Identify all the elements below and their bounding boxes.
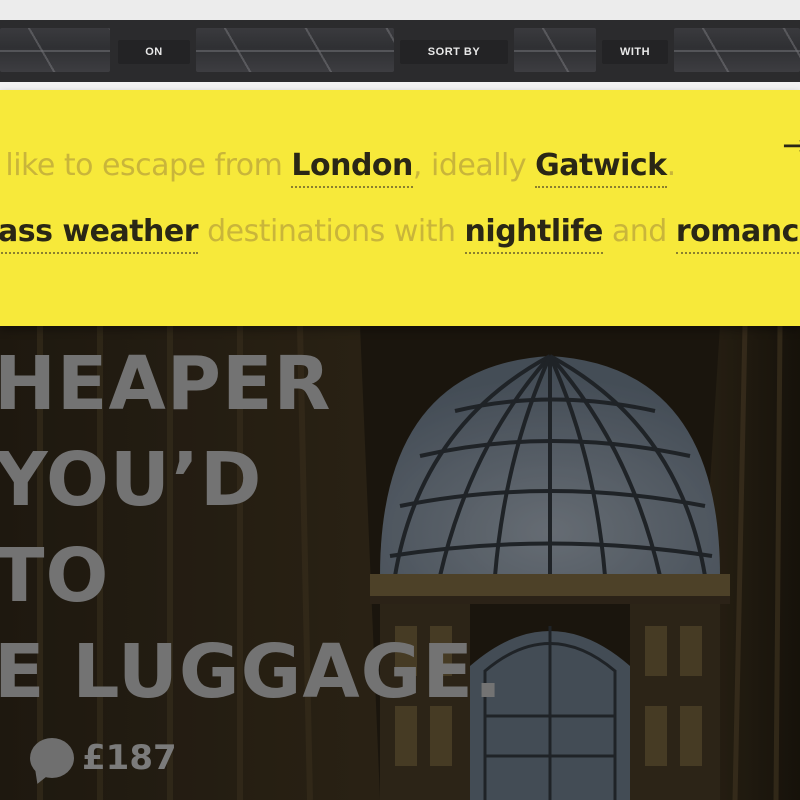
search-banner: I like to escape from London, ideally Ga… — [0, 90, 800, 326]
top-strip — [0, 0, 800, 20]
headline-line: HEAPER — [0, 341, 332, 427]
sentence-text: and — [611, 214, 667, 249]
interest-select-2[interactable]: romance — [675, 214, 800, 254]
sentence-text: , ideally — [412, 148, 527, 183]
nav-segment — [196, 28, 394, 72]
sentence-text: . — [666, 148, 677, 183]
nav-sort-by-button[interactable]: SORT BY — [400, 40, 508, 64]
nav-with-button[interactable]: WITH — [602, 40, 668, 64]
origin-city-select[interactable]: London — [291, 148, 413, 188]
weather-select[interactable]: ass weather — [0, 214, 199, 254]
price-tag[interactable]: £187 — [30, 732, 177, 784]
nav-segment — [514, 28, 596, 72]
nav-on-button[interactable]: ON — [118, 40, 190, 64]
interest-select-1[interactable]: nightlife — [464, 214, 603, 254]
arrow-right-icon[interactable]: → — [782, 126, 800, 164]
headline-line: YOU’D — [0, 437, 263, 523]
airport-select[interactable]: Gatwick — [535, 148, 667, 188]
nav-segment — [674, 28, 800, 72]
headline-line: E LUGGAGE. — [0, 629, 504, 715]
hero-headline: HEAPER YOU’D TO E LUGGAGE. — [0, 336, 503, 720]
sentence-text: destinations with — [207, 214, 456, 249]
speech-bubble-icon — [30, 738, 74, 778]
price-value: £187 — [82, 738, 177, 778]
headline-line: TO — [0, 533, 110, 619]
filter-navbar: ON SORT BY WITH — [0, 20, 800, 82]
search-sentence-line-1: I like to escape from London, ideally Ga… — [0, 148, 677, 188]
app-frame: ON SORT BY WITH I like to escape from Lo… — [0, 0, 800, 800]
nav-segment — [0, 28, 110, 72]
sentence-text: I like to escape from — [0, 148, 283, 183]
search-sentence-line-2: ass weather destinations with nightlife … — [0, 214, 800, 254]
